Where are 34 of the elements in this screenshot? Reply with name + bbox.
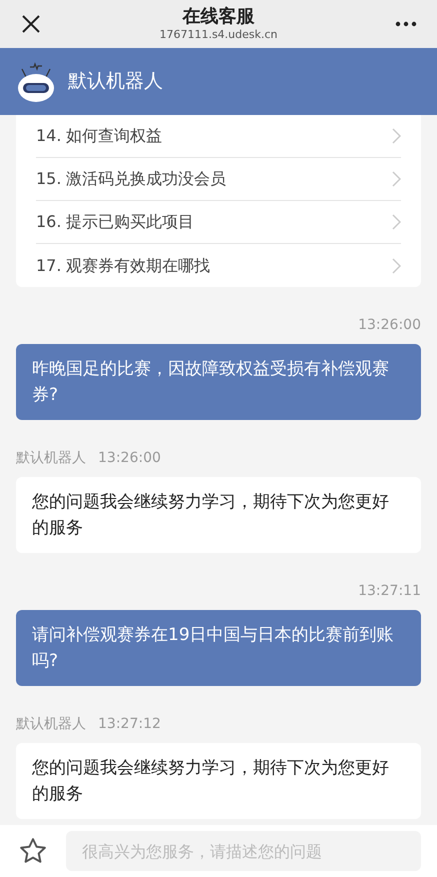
faq-item[interactable]: 16. 提示已购买此项目 [36, 201, 401, 244]
star-icon [18, 836, 48, 866]
message-time: 13:27:12 [98, 715, 161, 734]
faq-number: 16. [36, 211, 62, 233]
more-icon [395, 21, 417, 27]
bot-name: 默认机器人 [68, 69, 163, 94]
window-url: 1767111.s4.udesk.cn [159, 28, 278, 42]
faq-number: 15. [36, 168, 62, 190]
message-input[interactable]: 很高兴为您服务，请描述您的问题 [66, 831, 421, 871]
faq-text: 激活码兑换成功没会员 [66, 168, 227, 190]
sender-name: 默认机器人 [16, 715, 86, 734]
user-message-bubble: 请问补偿观赛券在19日中国与日本的比赛前到账吗? [16, 610, 421, 686]
message-time: 13:26:00 [358, 316, 421, 335]
user-message-bubble: 昨晚国足的比赛，因故障致权益受损有补偿观赛券? [16, 344, 421, 420]
bot-message-bubble: 您的问题我会继续努力学习，期待下次为您更好的服务 [16, 477, 421, 553]
sender-name: 默认机器人 [16, 449, 86, 468]
close-icon [21, 14, 41, 34]
robot-avatar-icon [16, 60, 56, 102]
faq-number: 17. [36, 254, 62, 276]
faq-item[interactable]: 17. 观赛券有效期在哪找 [36, 244, 401, 287]
window-title: 在线客服 [182, 6, 254, 28]
message-time: 13:26:00 [98, 449, 161, 468]
faq-text: 如何查询权益 [66, 125, 163, 147]
chevron-right-icon [392, 171, 401, 187]
faq-number: 14. [36, 125, 62, 147]
chevron-right-icon [392, 258, 401, 274]
chevron-right-icon [392, 214, 401, 230]
message-time: 13:27:11 [358, 582, 421, 601]
bot-message-bubble: 您的问题我会继续努力学习，期待下次为您更好的服务 [16, 743, 421, 819]
faq-text: 观赛券有效期在哪找 [66, 254, 211, 276]
faq-item[interactable]: 15. 激活码兑换成功没会员 [36, 158, 401, 201]
faq-text: 提示已购买此项目 [66, 211, 195, 233]
faq-item[interactable]: 14. 如何查询权益 [36, 115, 401, 158]
chevron-right-icon [392, 128, 401, 144]
